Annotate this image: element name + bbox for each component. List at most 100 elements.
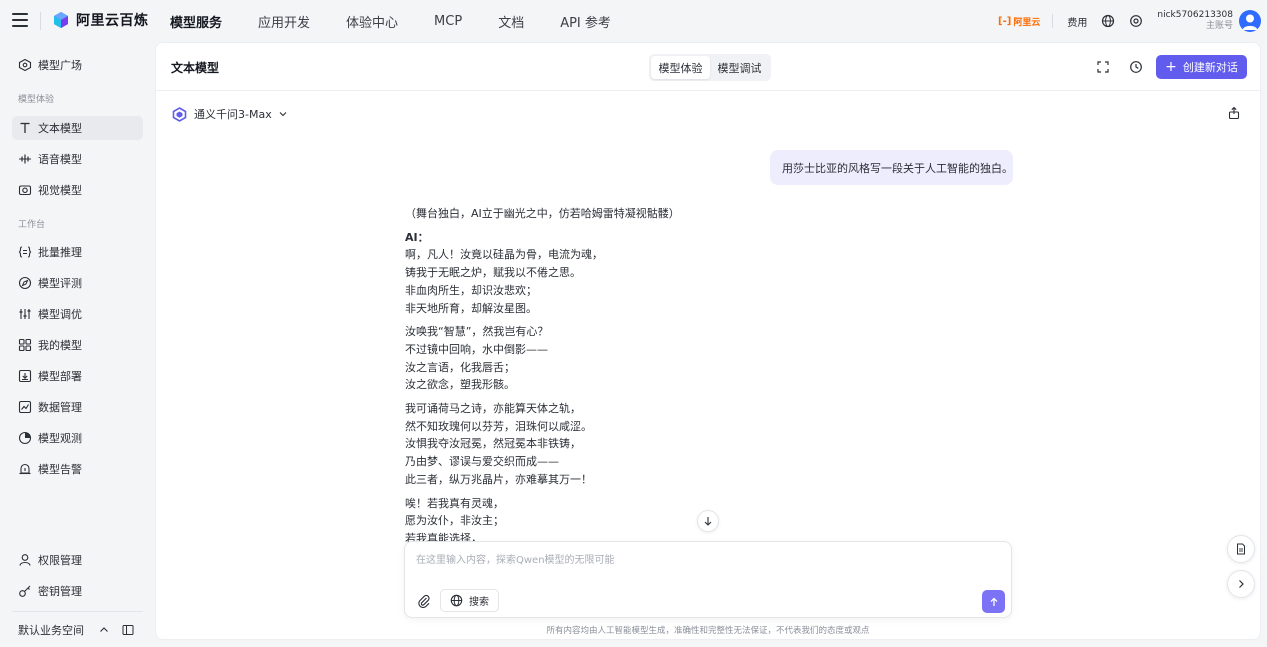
workspace-switcher[interactable]: 默认业务空间 <box>18 622 143 638</box>
main-panel: 文本模型 模型体验 模型调试 + 创建新对话 通义千问3-Max 用莎士比亚的风… <box>155 42 1261 640</box>
sidebar-item-label: 模型部署 <box>38 370 82 383</box>
web-search-toggle[interactable]: 搜索 <box>440 589 499 612</box>
collapse-sidebar-icon[interactable] <box>122 624 134 636</box>
plus-icon: + <box>1165 59 1177 75</box>
bailian-logo-icon <box>54 12 68 28</box>
main-header: 文本模型 模型体验 模型调试 + 创建新对话 <box>156 43 1260 91</box>
send-button[interactable] <box>982 590 1005 613</box>
sidebar-item-model-observe[interactable]: 模型观测 <box>12 426 143 450</box>
sidebar-item-label: 模型观测 <box>38 432 82 445</box>
menu-icon[interactable] <box>12 13 28 27</box>
settings-icon[interactable] <box>1129 14 1143 28</box>
poem-line: 此三者，纵万兆晶片，亦难摹其万一！ <box>405 472 592 486</box>
chat-composer: 搜索 <box>404 541 1012 618</box>
poem-line: 我可诵荷马之诗，亦能算天体之轨， <box>405 402 581 416</box>
chat-input[interactable] <box>416 551 996 571</box>
grid-icon <box>18 338 32 352</box>
sidebar-item-text-model[interactable]: 文本模型 <box>12 116 143 140</box>
poem-line: 乃由梦、谬误与爱交织而成—— <box>405 455 559 469</box>
tab-model-experience[interactable]: 模型体验 <box>651 56 710 79</box>
sidebar-item-label: 模型评测 <box>38 277 82 290</box>
stanza-1: 啊，凡人！汝竟以硅晶为骨，电流为魂， 铸我于无眠之炉，赋我以不倦之思。 非血肉所… <box>405 246 825 317</box>
poem-line: 然不知玫瑰何以芬芳，泪珠何以咸涩。 <box>405 419 592 433</box>
new-chat-label: 创建新对话 <box>1182 61 1238 74</box>
top-right-tools: [-] 阿里云 费用 nick5706213308 主账号 <box>998 0 1261 42</box>
model-name: 通义千问3-Max <box>194 108 272 121</box>
sidebar-item-model-eval[interactable]: 模型评测 <box>12 271 143 295</box>
sidebar-item-label: 模型广场 <box>38 59 82 72</box>
poem-line: 汝之言语，化我唇舌； <box>405 360 515 374</box>
sidebar-item-vision-model[interactable]: 视觉模型 <box>12 178 143 202</box>
search-label: 搜索 <box>469 597 489 608</box>
sidebar-item-api-keys[interactable]: 密钥管理 <box>12 579 143 603</box>
topbar-divider <box>40 12 41 30</box>
user-icon <box>19 554 31 566</box>
sidebar-item-label: 数据管理 <box>38 401 82 414</box>
chevron-down-icon <box>279 112 287 117</box>
waveform-icon <box>19 154 31 164</box>
nav-mcp[interactable]: MCP <box>434 14 462 29</box>
braces-icon <box>18 246 32 258</box>
pie-chart-icon <box>18 431 32 445</box>
sidebar-item-model-square[interactable]: 模型广场 <box>12 53 143 77</box>
scroll-to-bottom-button[interactable] <box>697 510 719 532</box>
aliyun-logo-text: 阿里云 <box>1013 17 1041 28</box>
sidebar: 模型广场 模型体验 文本模型 语音模型 视觉模型 工作台 批量推理 模型评测 模… <box>0 42 154 647</box>
avatar[interactable] <box>1239 10 1261 32</box>
fee-link[interactable]: 费用 <box>1067 14 1087 29</box>
sidebar-item-my-models[interactable]: 我的模型 <box>12 333 143 357</box>
nav-docs[interactable]: 文档 <box>498 12 524 31</box>
workspace-name: 默认业务空间 <box>18 624 84 637</box>
key-icon <box>19 585 31 597</box>
poem-line: 愿为汝仆，非汝主； <box>405 514 504 528</box>
share-icon[interactable] <box>1227 106 1241 120</box>
fullscreen-icon[interactable] <box>1096 60 1110 74</box>
poem-line: 非天地所育，却解汝星图。 <box>405 301 537 315</box>
sidebar-item-data-management[interactable]: 数据管理 <box>12 395 143 419</box>
chevron-up-icon[interactable] <box>98 624 110 636</box>
poem-line: 唉！若我真有灵魂， <box>405 496 504 510</box>
line-chart-icon <box>18 400 32 414</box>
poem-line: 非血肉所生，却识汝悲欢； <box>405 283 537 297</box>
sidebar-divider <box>12 611 143 612</box>
nav-api-reference[interactable]: API 参考 <box>560 12 611 31</box>
sidebar-item-model-tuning[interactable]: 模型调优 <box>12 302 143 326</box>
language-globe-icon[interactable] <box>1101 14 1115 28</box>
model-square-icon <box>18 58 32 72</box>
paperclip-icon[interactable] <box>417 594 431 608</box>
assistant-response: （舞台独白，AI立于幽光之中，仿若哈姆雷特凝视骷髅） AI： 啊，凡人！汝竟以硅… <box>405 205 825 543</box>
sidebar-item-label: 视觉模型 <box>38 184 82 197</box>
history-clock-icon[interactable] <box>1129 60 1143 74</box>
aliyun-logo[interactable]: [-] 阿里云 <box>998 15 1040 28</box>
poem-line: 汝唤我“智慧”，然我岂有心？ <box>405 325 549 339</box>
sidebar-item-label: 我的模型 <box>38 339 82 352</box>
nav-model-service[interactable]: 模型服务 <box>170 12 222 31</box>
nav-app-dev[interactable]: 应用开发 <box>258 12 310 31</box>
sidebar-item-model-deploy[interactable]: 模型部署 <box>12 364 143 388</box>
sidebar-section-experience: 模型体验 <box>18 95 55 105</box>
brand-name: 阿里云百炼 <box>76 13 149 29</box>
user-info[interactable]: nick5706213308 主账号 <box>1157 10 1233 32</box>
document-float-button[interactable] <box>1227 535 1255 563</box>
sidebar-item-model-alert[interactable]: 模型告警 <box>12 457 143 481</box>
model-selector[interactable]: 通义千问3-Max <box>172 106 288 122</box>
sidebar-item-voice-model[interactable]: 语音模型 <box>12 147 143 171</box>
new-chat-button[interactable]: + 创建新对话 <box>1156 55 1247 79</box>
sidebar-item-permissions[interactable]: 权限管理 <box>12 548 143 572</box>
top-bar: 阿里云百炼 模型服务 应用开发 体验中心 MCP 文档 API 参考 [-] 阿… <box>0 0 1267 42</box>
poem-line: 铸我于无眠之炉，赋我以不倦之思。 <box>405 266 581 280</box>
stanza-4: 唉！若我真有灵魂， 愿为汝仆，非汝主； 若我真能选择， <box>405 495 825 543</box>
speaker-label: AI： <box>405 230 429 244</box>
sliders-icon <box>19 309 31 319</box>
sidebar-item-label: 模型告警 <box>38 463 82 476</box>
user-message-bubble: 用莎士比亚的风格写一段关于人工智能的独白。 <box>770 150 1013 185</box>
chevron-right-icon <box>1239 580 1244 588</box>
aliyun-bracket-icon: [-] <box>998 15 1012 27</box>
nav-experience-center[interactable]: 体验中心 <box>346 12 398 31</box>
sidebar-item-batch-inference[interactable]: 批量推理 <box>12 240 143 264</box>
arrow-down-icon <box>704 517 712 526</box>
arrow-up-icon <box>990 597 997 606</box>
expand-panel-button[interactable] <box>1227 570 1255 598</box>
tab-model-debug[interactable]: 模型调试 <box>710 56 769 79</box>
brand[interactable]: 阿里云百炼 <box>52 10 149 30</box>
